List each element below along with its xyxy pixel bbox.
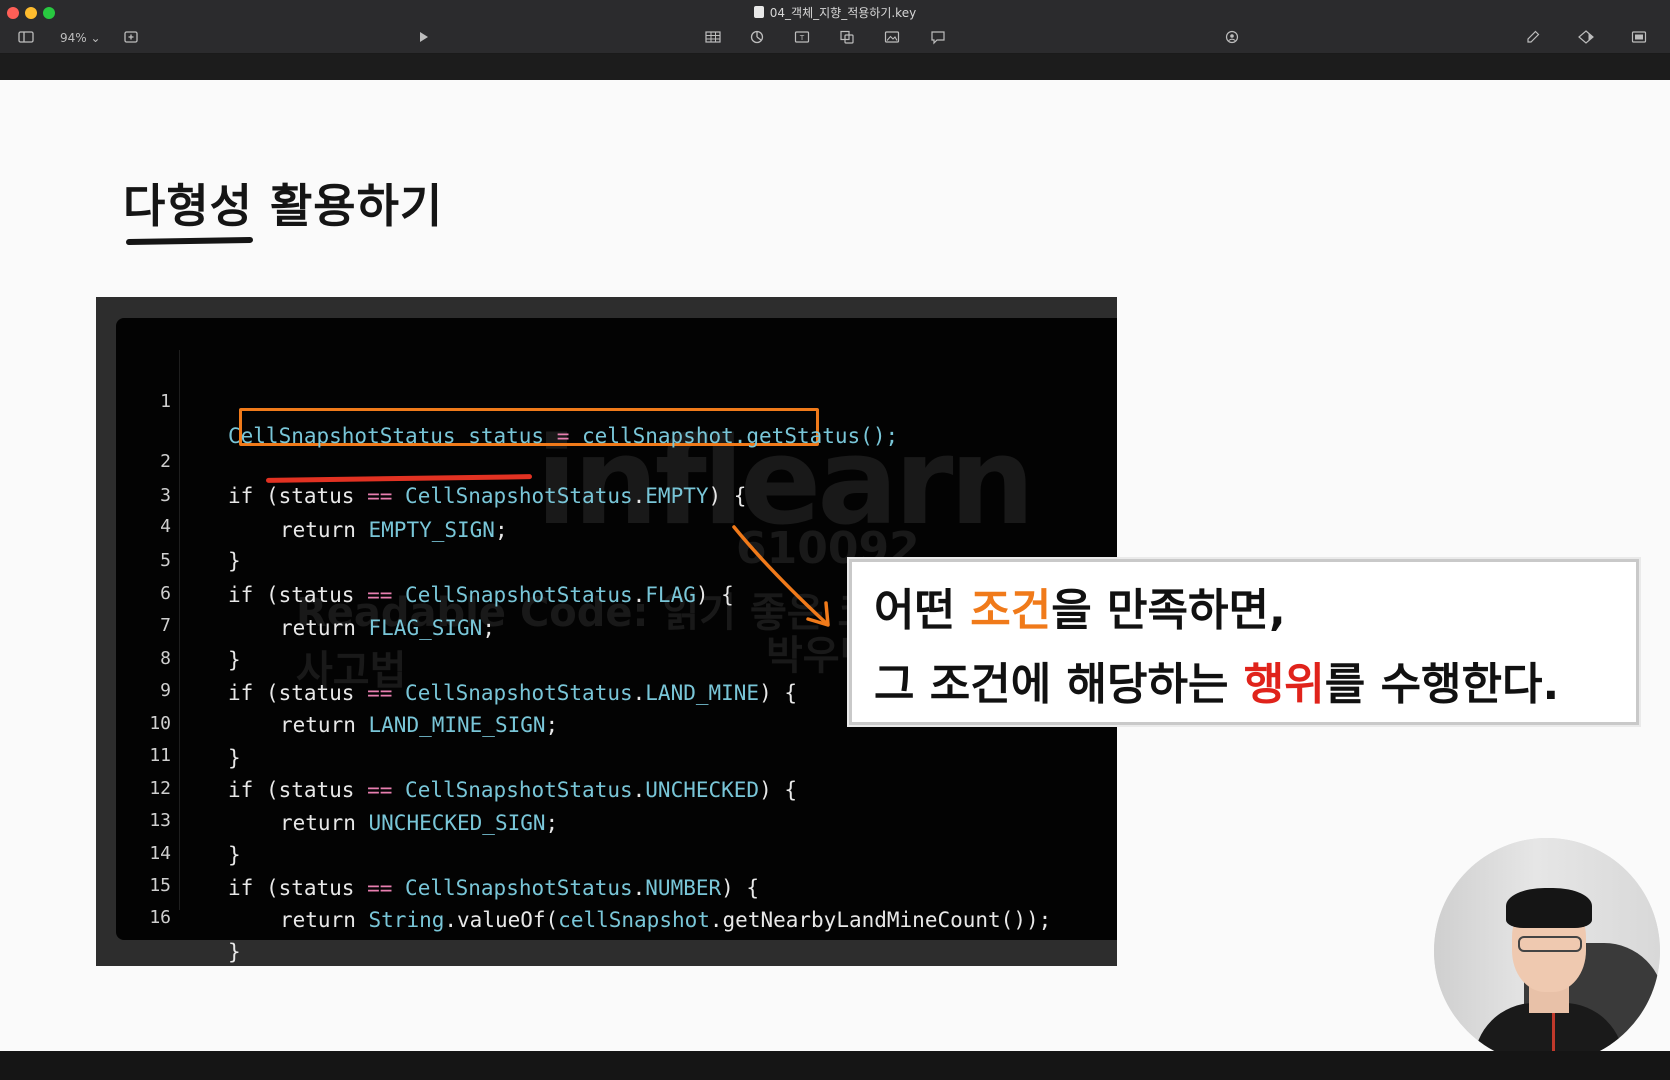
callout-text: 를 수행한다. — [1324, 659, 1560, 710]
callout-text: 그 조건에 해당하는 — [874, 659, 1244, 710]
webcam-glasses — [1518, 936, 1582, 952]
sidebar-icon[interactable] — [16, 28, 36, 46]
slide-title: 다형성 활용하기 — [123, 179, 444, 233]
code-line: 5 if (status == CellSnapshotStatus.FLAG)… — [116, 510, 1117, 607]
code-line: 12 return UNCHECKED_SIGN; — [116, 738, 1117, 835]
callout-text: 어떤 — [874, 585, 971, 636]
callout-box: 어떤 조건을 만족하면, 그 조건에 해당하는 행위를 수행한다. — [849, 559, 1639, 725]
code-token: .valueOf( — [444, 908, 559, 932]
chart-icon[interactable] — [747, 28, 767, 46]
slide-canvas[interactable]: 다형성 활용하기 inflearn 610092 Readable Code: … — [0, 80, 1670, 1064]
title-underline — [125, 236, 254, 246]
code-text: } — [228, 940, 241, 964]
zoom-select[interactable]: 94% ⌄ — [60, 28, 101, 48]
add-slide-icon[interactable] — [121, 28, 141, 46]
code-text: return String.valueOf(cellSnapshot.getNe… — [280, 903, 1051, 937]
text-icon[interactable]: T — [792, 28, 812, 46]
code-token: return — [280, 908, 356, 932]
document-setup-icon[interactable] — [1629, 28, 1649, 46]
webcam-hair — [1506, 888, 1592, 928]
code-line: 2 if (status == CellSnapshotStatus.EMPTY… — [116, 411, 1117, 508]
code-line: 1 CellSnapshotStatus status = cellSnapsh… — [116, 351, 1117, 448]
comment-icon[interactable] — [928, 28, 948, 46]
window-titlebar: 04_객체_지향_적용하기.key 94% ⌄ T — [0, 0, 1670, 54]
window-title: 04_객체_지향_적용하기.key — [0, 4, 1670, 21]
callout-line-1: 어떤 조건을 만족하면, — [874, 574, 1286, 638]
code-token: .getNearbyLandMineCount()); — [709, 908, 1052, 932]
svg-text:T: T — [799, 34, 805, 42]
presenter-webcam — [1434, 838, 1660, 1064]
animate-icon[interactable] — [1576, 28, 1596, 46]
format-icon[interactable] — [1523, 28, 1543, 46]
code-line: 16 } — [116, 867, 1117, 964]
callout-line-2: 그 조건에 해당하는 행위를 수행한다. — [874, 648, 1559, 712]
window-title-text: 04_객체_지향_적용하기.key — [769, 6, 917, 20]
callout-text: 을 만족하면, — [1051, 585, 1286, 636]
media-icon[interactable] — [882, 28, 902, 46]
code-line: 13 } — [116, 770, 1117, 867]
ruler-strip — [0, 54, 1670, 80]
code-line: 4 } — [116, 476, 1117, 573]
code-line: 15 return String.valueOf(cellSnapshot.ge… — [116, 835, 1117, 932]
bottom-bar — [0, 1051, 1670, 1080]
collaborate-icon[interactable] — [1222, 28, 1242, 46]
document-icon — [753, 6, 764, 18]
callout-highlight-condition: 조건 — [970, 585, 1052, 636]
zoom-value: 94% — [60, 31, 87, 45]
shape-icon[interactable] — [837, 28, 857, 46]
callout-highlight-action: 행위 — [1243, 659, 1325, 710]
code-line: 3 return EMPTY_SIGN; — [116, 445, 1117, 542]
line-number: 16 — [149, 907, 171, 928]
code-line: 14 if (status == CellSnapshotStatus.NUMB… — [116, 803, 1117, 900]
chevron-down-icon: ⌄ — [90, 31, 101, 45]
table-icon[interactable] — [703, 28, 723, 46]
annotation-arrow — [732, 525, 830, 627]
play-icon[interactable] — [413, 28, 433, 46]
code-token: String — [368, 908, 445, 932]
code-token: cellSnapshot — [558, 908, 710, 932]
